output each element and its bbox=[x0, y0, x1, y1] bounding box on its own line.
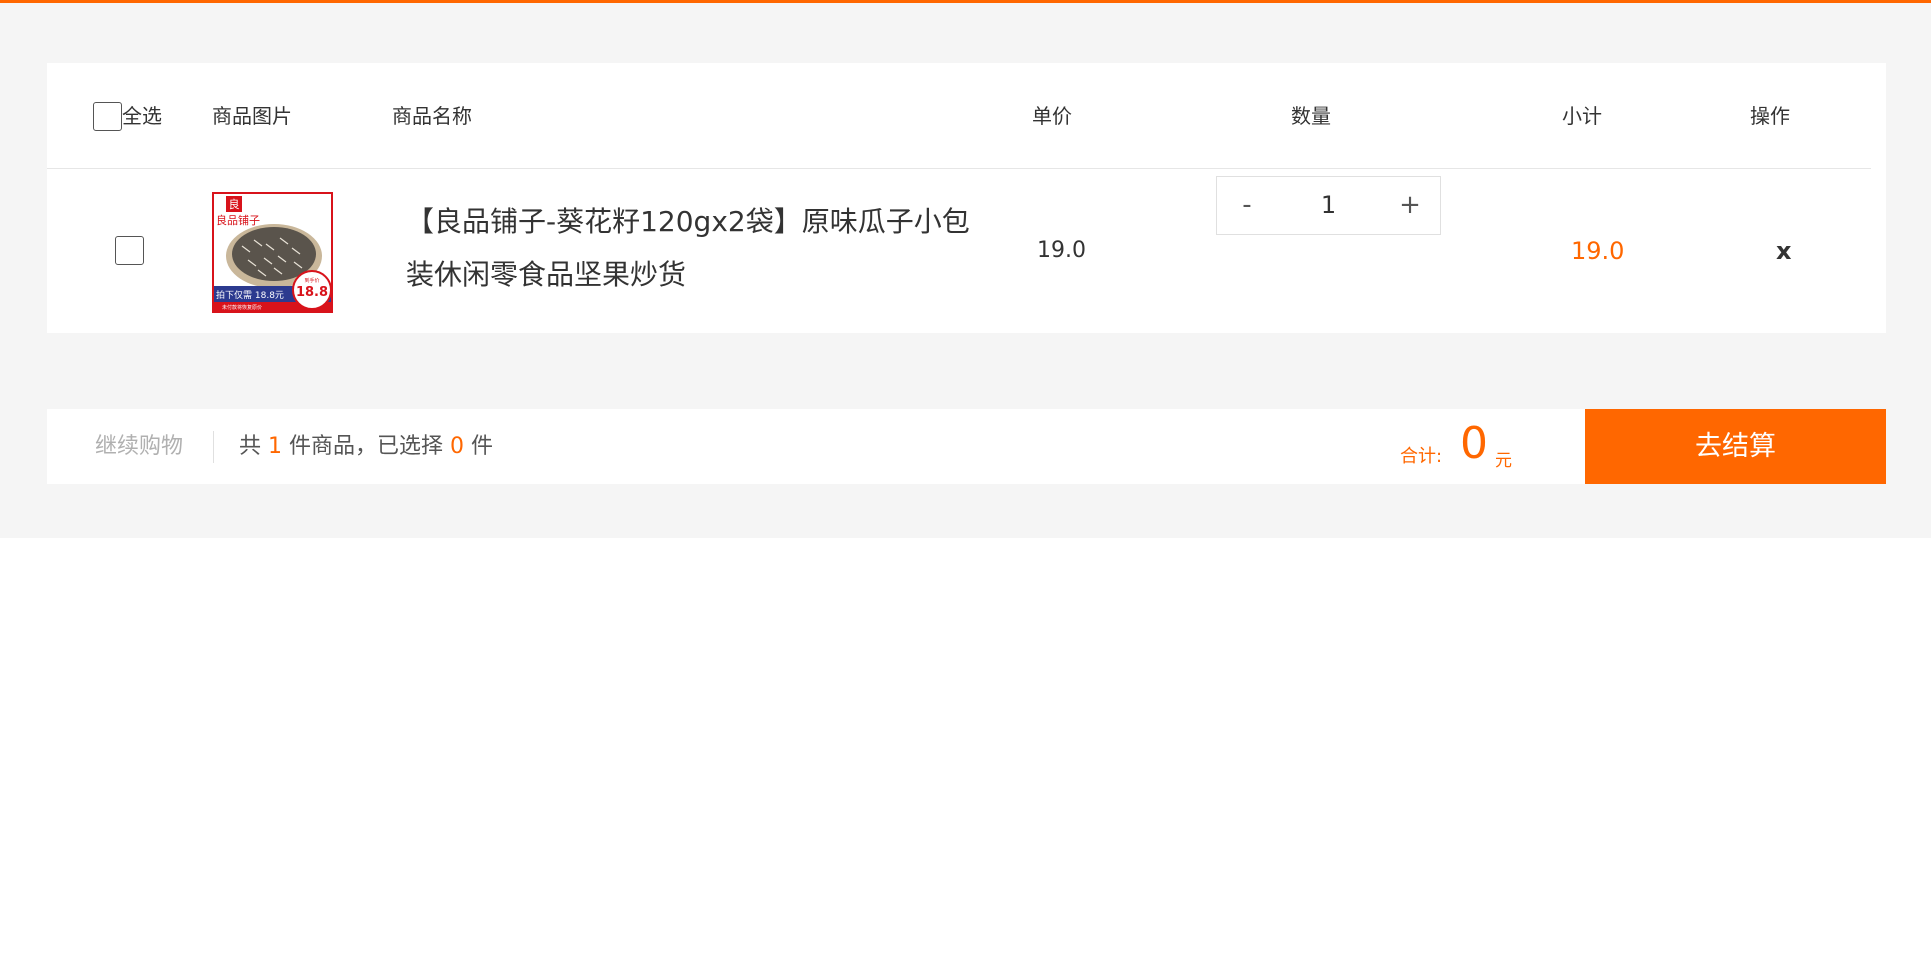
total-label: 合计: bbox=[1400, 446, 1443, 467]
product-image[interactable]: 良 良品铺子 拍下仅需 18.8元 未付款将恢复原价 到手价 18.8 bbox=[212, 192, 333, 313]
decrease-quantity-button[interactable]: - bbox=[1217, 177, 1277, 234]
sunflower-seeds-image: 良 良品铺子 拍下仅需 18.8元 未付款将恢复原价 到手价 18.8 bbox=[214, 194, 331, 311]
increase-quantity-button[interactable]: + bbox=[1380, 177, 1440, 234]
summary-prefix: 共 bbox=[239, 434, 262, 459]
quantity-input[interactable]: 1 bbox=[1277, 177, 1380, 234]
cart-list: 全选 商品图片 商品名称 单价 数量 小计 操作 良 良品铺子 拍下仅需 18.… bbox=[47, 63, 1886, 333]
cart-item-row: 良 良品铺子 拍下仅需 18.8元 未付款将恢复原价 到手价 18.8 【良品铺… bbox=[47, 169, 1886, 333]
brand-logo-char: 良 bbox=[229, 197, 240, 211]
brand-name-text: 良品铺子 bbox=[216, 213, 260, 227]
cart-total: 合计: 0 元 bbox=[1400, 409, 1570, 484]
checkout-button[interactable]: 去结算 bbox=[1585, 409, 1886, 484]
item-subtotal: 19.0 bbox=[1571, 237, 1625, 265]
total-unit: 元 bbox=[1495, 451, 1512, 471]
promo-text: 拍下仅需 18.8元 bbox=[216, 289, 284, 301]
summary-suffix: 件 bbox=[471, 434, 494, 459]
total-value: 0 bbox=[1460, 418, 1488, 469]
item-checkbox[interactable] bbox=[115, 236, 144, 265]
continue-shopping-link[interactable]: 继续购物 bbox=[95, 409, 183, 484]
cart-summary-text: 共 1 件商品，已选择 0 件 bbox=[239, 409, 493, 484]
column-header-price: 单价 bbox=[1032, 104, 1072, 128]
cart-page-background: 全选 商品图片 商品名称 单价 数量 小计 操作 良 良品铺子 拍下仅需 18.… bbox=[0, 3, 1931, 538]
column-header-quantity: 数量 bbox=[1291, 104, 1331, 128]
quantity-stepper: - 1 + bbox=[1216, 176, 1441, 235]
promo-footnote: 未付款将恢复原价 bbox=[222, 304, 262, 311]
unit-price: 19.0 bbox=[1037, 238, 1086, 263]
footer-divider bbox=[213, 431, 214, 463]
cart-header-row: 全选 商品图片 商品名称 单价 数量 小计 操作 bbox=[47, 63, 1871, 169]
column-header-subtotal: 小计 bbox=[1562, 104, 1602, 128]
select-all-checkbox[interactable] bbox=[93, 102, 122, 131]
price-badge-label: 到手价 bbox=[304, 277, 319, 284]
price-badge-value: 18.8 bbox=[296, 285, 328, 300]
select-all-label[interactable]: 全选 bbox=[122, 63, 162, 169]
column-header-image: 商品图片 bbox=[212, 104, 292, 128]
remove-item-button[interactable]: x bbox=[1776, 169, 1791, 333]
summary-total-count: 1 bbox=[268, 434, 283, 459]
column-header-name: 商品名称 bbox=[392, 104, 472, 128]
cart-footer-bar: 继续购物 共 1 件商品，已选择 0 件 合计: 0 元 去结算 bbox=[47, 409, 1886, 484]
column-header-action: 操作 bbox=[1750, 104, 1790, 128]
product-name-link[interactable]: 【良品铺子-葵花籽120gx2袋】原味瓜子小包装休闲零食品坚果炒货 bbox=[406, 195, 996, 301]
summary-middle: 件商品，已选择 bbox=[289, 434, 444, 459]
summary-selected-count: 0 bbox=[450, 434, 465, 459]
